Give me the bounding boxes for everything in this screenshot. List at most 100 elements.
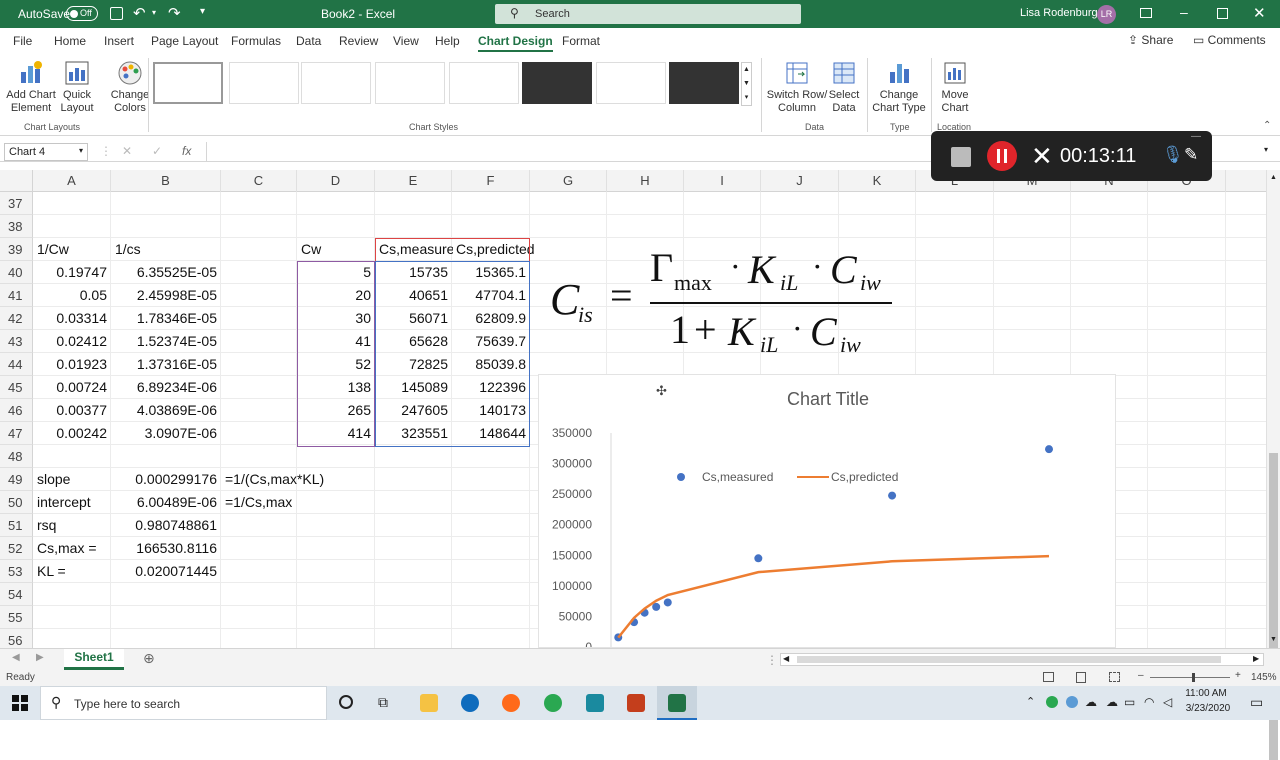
stop-icon[interactable] [951,147,971,167]
cell-a43[interactable]: 0.02412 [33,330,111,353]
taskbar-search-box[interactable]: ⚲ Type here to search [40,686,327,720]
enter-icon[interactable]: ✓ [152,144,162,158]
tab-data[interactable]: Data [296,34,321,48]
expand-formula-icon[interactable]: ▾ [1264,145,1268,154]
chart-style-3[interactable] [301,62,371,104]
windows-start-icon[interactable] [12,695,28,711]
column-header-d[interactable]: D [297,170,375,192]
cell-b46[interactable]: 4.03869E-06 [111,399,221,422]
row-header-41[interactable]: 41 [0,284,33,307]
tab-format[interactable]: Format [562,34,600,48]
select-data-button[interactable]: Select Data [826,60,862,115]
cell-b45[interactable]: 6.89234E-06 [111,376,221,399]
tray-overflow-icon[interactable]: ⌃ [1026,695,1035,708]
cell-b40[interactable]: 6.35525E-05 [111,261,221,284]
chart-style-2[interactable] [229,62,299,104]
excel-taskbar-button[interactable] [657,686,697,720]
row-header-40[interactable]: 40 [0,261,33,284]
task-view-icon[interactable]: ⧉ [378,694,388,711]
volume-icon[interactable]: ◁ [1163,695,1172,709]
switch-row-column-button[interactable]: Switch Row/ Column [766,60,828,115]
h-scrollbar-thumb[interactable] [797,656,1221,663]
row-header-50[interactable]: 50 [0,491,33,514]
mail-app-icon[interactable] [461,694,479,712]
column-header-c[interactable]: C [221,170,297,192]
restore-icon[interactable] [1217,8,1228,19]
row-header-55[interactable]: 55 [0,606,33,629]
cancel-recording-icon[interactable]: ✕ [1031,141,1053,172]
row-header-52[interactable]: 52 [0,537,33,560]
move-chart-button[interactable]: Move Chart [936,60,974,115]
taskbar-date[interactable]: 3/23/2020 [1183,703,1233,714]
scatter-chart[interactable]: 350000 300000 250000 200000 150000 100000 5000… [538,374,1116,648]
column-header-a[interactable]: A [33,170,111,192]
tab-chart-design[interactable]: Chart Design [478,34,553,52]
cell-a52[interactable]: Cs,max = [33,537,111,560]
cell-b52[interactable]: 166530.8116 [111,537,221,560]
cell-a46[interactable]: 0.00377 [33,399,111,422]
chart-style-7[interactable] [596,62,666,104]
chart-style-6[interactable] [522,62,592,104]
search-box[interactable]: ⚲ Search [495,4,801,24]
tray-app-icon[interactable] [1046,696,1058,708]
cell-a41[interactable]: 0.05 [33,284,111,307]
quick-layout-button[interactable]: Quick Layout [56,60,98,115]
wifi-icon[interactable]: ◠ [1144,695,1154,709]
cell-a42[interactable]: 0.03314 [33,307,111,330]
microphone-icon[interactable]: 🎙 [1162,145,1184,165]
cortana-icon[interactable] [339,695,353,709]
redo-icon[interactable]: ↷ [168,4,181,22]
comments-button[interactable]: ▭ Comments [1193,33,1266,47]
chart-title[interactable]: Chart Title [539,389,1115,410]
pen-icon[interactable]: ✎ [1184,145,1198,165]
row-header-56[interactable]: 56 [0,629,33,648]
page-break-view-icon[interactable] [1109,672,1120,682]
normal-view-icon[interactable] [1043,672,1054,682]
scroll-up-icon[interactable]: ▲ [1270,174,1277,181]
column-header-j[interactable]: J [761,170,839,192]
scroll-down-icon[interactable]: ▼ [1270,636,1277,643]
chart-style-8[interactable] [669,62,739,104]
row-header-46[interactable]: 46 [0,399,33,422]
cancel-icon[interactable]: ✕ [122,144,132,158]
column-header-h[interactable]: H [607,170,684,192]
cell-a45[interactable]: 0.00724 [33,376,111,399]
cell-b53[interactable]: 0.020071445 [111,560,221,583]
row-header-39[interactable]: 39 [0,238,33,261]
zoom-slider-thumb[interactable] [1192,673,1195,682]
file-explorer-icon[interactable] [420,694,438,712]
row-header-37[interactable]: 37 [0,192,33,215]
snipping-tool-icon[interactable] [586,694,604,712]
cell-a50[interactable]: intercept [33,491,111,514]
cell-b49[interactable]: 0.000299176 [111,468,221,491]
collapse-recorder-icon[interactable]: — [1191,131,1201,142]
chart-styles-scroll[interactable]: ▲ ▼ ▾ [741,62,752,106]
cell-b43[interactable]: 1.52374E-05 [111,330,221,353]
share-button[interactable]: ⇪ Share [1128,33,1173,47]
horizontal-scrollbar[interactable]: ◀ ▶ [780,653,1264,666]
cell-a53[interactable]: KL = [33,560,111,583]
cell-b50[interactable]: 6.00489E-06 [111,491,221,514]
cell-b39[interactable]: 1/cs [111,238,221,261]
tab-help[interactable]: Help [435,34,460,48]
row-header-38[interactable]: 38 [0,215,33,238]
onedrive-icon[interactable]: ☁ [1085,695,1097,709]
cell-a49[interactable]: slope [33,468,111,491]
powerpoint-icon[interactable] [627,694,645,712]
change-colors-button[interactable]: Change Colors [106,60,154,115]
cell-c50[interactable]: =1/Cs,max [221,491,401,514]
column-header-e[interactable]: E [375,170,452,192]
minimize-icon[interactable]: – [1180,4,1188,20]
tab-review[interactable]: Review [339,34,378,48]
tray-app-icon[interactable] [1066,696,1078,708]
add-chart-element-button[interactable]: Add Chart Element [6,60,56,115]
row-header-43[interactable]: 43 [0,330,33,353]
row-header-44[interactable]: 44 [0,353,33,376]
cell-b47[interactable]: 3.0907E-06 [111,422,221,445]
chart-style-4[interactable] [375,62,445,104]
page-layout-view-icon[interactable] [1076,672,1086,683]
name-box-dropdown-icon[interactable]: ▾ [79,146,83,155]
cell-a40[interactable]: 0.19747 [33,261,111,284]
row-header-45[interactable]: 45 [0,376,33,399]
row-header-51[interactable]: 51 [0,514,33,537]
